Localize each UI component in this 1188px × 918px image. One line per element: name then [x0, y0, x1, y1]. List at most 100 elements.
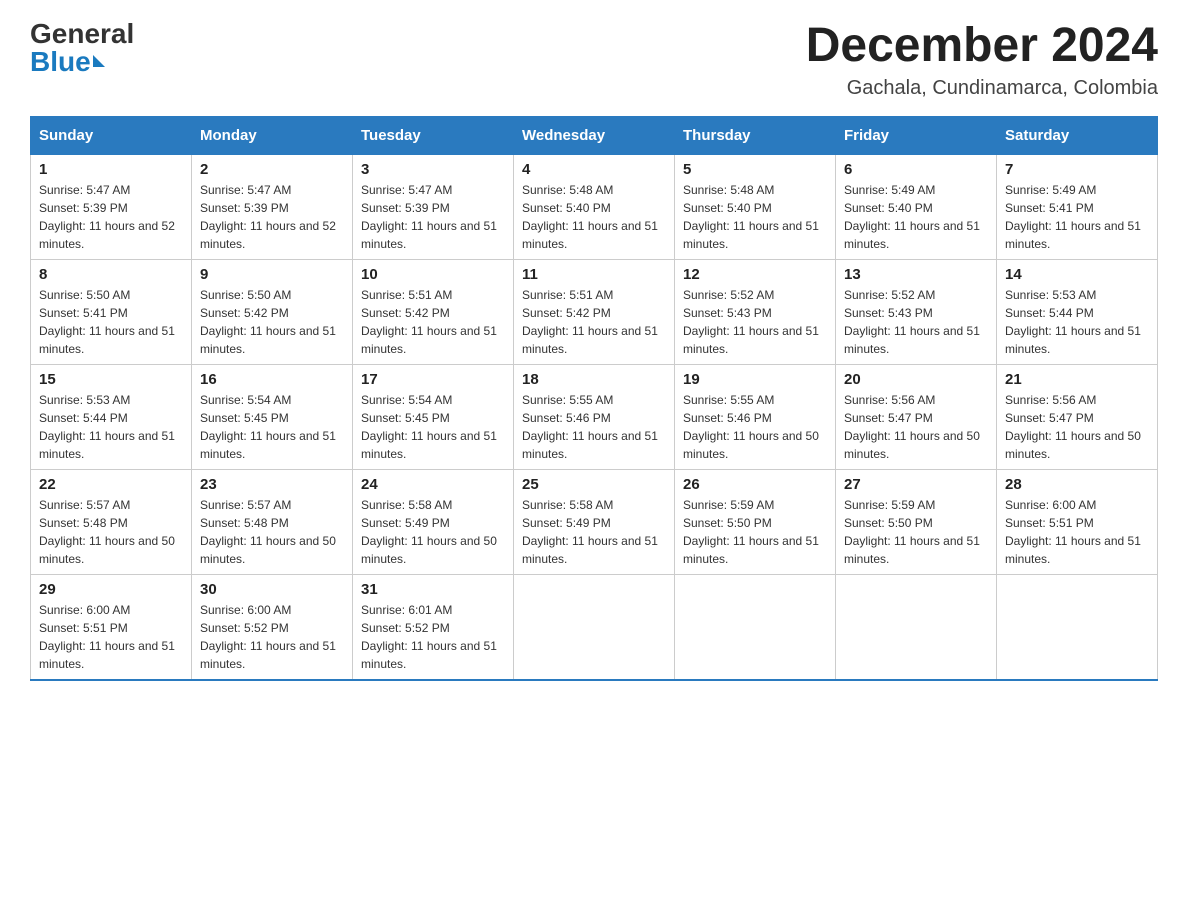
- day-info: Sunrise: 5:57 AM Sunset: 5:48 PM Dayligh…: [200, 496, 344, 568]
- day-info: Sunrise: 5:58 AM Sunset: 5:49 PM Dayligh…: [522, 496, 666, 568]
- day-number: 24: [361, 476, 505, 493]
- day-number: 29: [39, 581, 183, 598]
- logo-blue-text: Blue: [30, 48, 105, 76]
- calendar-cell: 8 Sunrise: 5:50 AM Sunset: 5:41 PM Dayli…: [31, 259, 192, 364]
- calendar-header-row: SundayMondayTuesdayWednesdayThursdayFrid…: [31, 116, 1158, 154]
- calendar-cell: [997, 574, 1158, 680]
- title-block: December 2024 Gachala, Cundinamarca, Col…: [806, 20, 1158, 100]
- calendar-cell: 7 Sunrise: 5:49 AM Sunset: 5:41 PM Dayli…: [997, 154, 1158, 259]
- calendar-cell: 14 Sunrise: 5:53 AM Sunset: 5:44 PM Dayl…: [997, 259, 1158, 364]
- day-number: 30: [200, 581, 344, 598]
- day-info: Sunrise: 5:57 AM Sunset: 5:48 PM Dayligh…: [39, 496, 183, 568]
- calendar-cell: 12 Sunrise: 5:52 AM Sunset: 5:43 PM Dayl…: [675, 259, 836, 364]
- calendar-cell: 3 Sunrise: 5:47 AM Sunset: 5:39 PM Dayli…: [353, 154, 514, 259]
- calendar-cell: 20 Sunrise: 5:56 AM Sunset: 5:47 PM Dayl…: [836, 364, 997, 469]
- day-number: 15: [39, 371, 183, 388]
- header-thursday: Thursday: [675, 116, 836, 154]
- calendar-cell: 1 Sunrise: 5:47 AM Sunset: 5:39 PM Dayli…: [31, 154, 192, 259]
- header-wednesday: Wednesday: [514, 116, 675, 154]
- day-info: Sunrise: 5:55 AM Sunset: 5:46 PM Dayligh…: [522, 391, 666, 463]
- day-info: Sunrise: 6:00 AM Sunset: 5:51 PM Dayligh…: [39, 601, 183, 673]
- calendar-week-4: 22 Sunrise: 5:57 AM Sunset: 5:48 PM Dayl…: [31, 469, 1158, 574]
- day-info: Sunrise: 5:48 AM Sunset: 5:40 PM Dayligh…: [522, 181, 666, 253]
- day-info: Sunrise: 5:54 AM Sunset: 5:45 PM Dayligh…: [200, 391, 344, 463]
- calendar-cell: 16 Sunrise: 5:54 AM Sunset: 5:45 PM Dayl…: [192, 364, 353, 469]
- day-info: Sunrise: 5:53 AM Sunset: 5:44 PM Dayligh…: [39, 391, 183, 463]
- calendar-cell: 21 Sunrise: 5:56 AM Sunset: 5:47 PM Dayl…: [997, 364, 1158, 469]
- day-info: Sunrise: 5:47 AM Sunset: 5:39 PM Dayligh…: [361, 181, 505, 253]
- calendar-week-5: 29 Sunrise: 6:00 AM Sunset: 5:51 PM Dayl…: [31, 574, 1158, 680]
- header-monday: Monday: [192, 116, 353, 154]
- header-tuesday: Tuesday: [353, 116, 514, 154]
- logo: General Blue: [30, 20, 134, 76]
- calendar-cell: 26 Sunrise: 5:59 AM Sunset: 5:50 PM Dayl…: [675, 469, 836, 574]
- day-info: Sunrise: 5:47 AM Sunset: 5:39 PM Dayligh…: [39, 181, 183, 253]
- calendar-cell: 11 Sunrise: 5:51 AM Sunset: 5:42 PM Dayl…: [514, 259, 675, 364]
- day-number: 13: [844, 266, 988, 283]
- calendar-cell: 23 Sunrise: 5:57 AM Sunset: 5:48 PM Dayl…: [192, 469, 353, 574]
- logo-triangle-icon: [93, 55, 105, 67]
- calendar-cell: 10 Sunrise: 5:51 AM Sunset: 5:42 PM Dayl…: [353, 259, 514, 364]
- day-info: Sunrise: 5:53 AM Sunset: 5:44 PM Dayligh…: [1005, 286, 1149, 358]
- day-number: 10: [361, 266, 505, 283]
- calendar-cell: 29 Sunrise: 6:00 AM Sunset: 5:51 PM Dayl…: [31, 574, 192, 680]
- header-friday: Friday: [836, 116, 997, 154]
- day-info: Sunrise: 5:49 AM Sunset: 5:41 PM Dayligh…: [1005, 181, 1149, 253]
- day-number: 28: [1005, 476, 1149, 493]
- day-number: 11: [522, 266, 666, 283]
- day-number: 9: [200, 266, 344, 283]
- day-number: 1: [39, 161, 183, 178]
- day-number: 2: [200, 161, 344, 178]
- calendar-cell: [514, 574, 675, 680]
- day-number: 14: [1005, 266, 1149, 283]
- day-number: 8: [39, 266, 183, 283]
- calendar-cell: 15 Sunrise: 5:53 AM Sunset: 5:44 PM Dayl…: [31, 364, 192, 469]
- calendar-cell: 22 Sunrise: 5:57 AM Sunset: 5:48 PM Dayl…: [31, 469, 192, 574]
- day-info: Sunrise: 5:51 AM Sunset: 5:42 PM Dayligh…: [522, 286, 666, 358]
- day-info: Sunrise: 6:00 AM Sunset: 5:51 PM Dayligh…: [1005, 496, 1149, 568]
- header-saturday: Saturday: [997, 116, 1158, 154]
- day-number: 20: [844, 371, 988, 388]
- day-info: Sunrise: 5:56 AM Sunset: 5:47 PM Dayligh…: [1005, 391, 1149, 463]
- day-number: 31: [361, 581, 505, 598]
- day-info: Sunrise: 5:50 AM Sunset: 5:42 PM Dayligh…: [200, 286, 344, 358]
- calendar-cell: 5 Sunrise: 5:48 AM Sunset: 5:40 PM Dayli…: [675, 154, 836, 259]
- day-number: 23: [200, 476, 344, 493]
- calendar-cell: 9 Sunrise: 5:50 AM Sunset: 5:42 PM Dayli…: [192, 259, 353, 364]
- calendar-cell: 27 Sunrise: 5:59 AM Sunset: 5:50 PM Dayl…: [836, 469, 997, 574]
- calendar-week-1: 1 Sunrise: 5:47 AM Sunset: 5:39 PM Dayli…: [31, 154, 1158, 259]
- calendar-cell: 28 Sunrise: 6:00 AM Sunset: 5:51 PM Dayl…: [997, 469, 1158, 574]
- location-subtitle: Gachala, Cundinamarca, Colombia: [806, 77, 1158, 100]
- calendar-cell: 18 Sunrise: 5:55 AM Sunset: 5:46 PM Dayl…: [514, 364, 675, 469]
- calendar-cell: 19 Sunrise: 5:55 AM Sunset: 5:46 PM Dayl…: [675, 364, 836, 469]
- day-number: 16: [200, 371, 344, 388]
- day-info: Sunrise: 5:55 AM Sunset: 5:46 PM Dayligh…: [683, 391, 827, 463]
- logo-general-text: General: [30, 20, 134, 48]
- day-info: Sunrise: 5:52 AM Sunset: 5:43 PM Dayligh…: [683, 286, 827, 358]
- day-info: Sunrise: 5:56 AM Sunset: 5:47 PM Dayligh…: [844, 391, 988, 463]
- day-info: Sunrise: 5:49 AM Sunset: 5:40 PM Dayligh…: [844, 181, 988, 253]
- day-number: 17: [361, 371, 505, 388]
- day-number: 12: [683, 266, 827, 283]
- month-year-title: December 2024: [806, 20, 1158, 73]
- day-number: 4: [522, 161, 666, 178]
- day-number: 7: [1005, 161, 1149, 178]
- calendar-cell: [675, 574, 836, 680]
- day-info: Sunrise: 5:54 AM Sunset: 5:45 PM Dayligh…: [361, 391, 505, 463]
- day-number: 5: [683, 161, 827, 178]
- day-info: Sunrise: 5:48 AM Sunset: 5:40 PM Dayligh…: [683, 181, 827, 253]
- day-number: 21: [1005, 371, 1149, 388]
- calendar-cell: 24 Sunrise: 5:58 AM Sunset: 5:49 PM Dayl…: [353, 469, 514, 574]
- day-number: 19: [683, 371, 827, 388]
- day-info: Sunrise: 5:58 AM Sunset: 5:49 PM Dayligh…: [361, 496, 505, 568]
- calendar-table: SundayMondayTuesdayWednesdayThursdayFrid…: [30, 116, 1158, 681]
- day-info: Sunrise: 5:59 AM Sunset: 5:50 PM Dayligh…: [683, 496, 827, 568]
- day-info: Sunrise: 6:01 AM Sunset: 5:52 PM Dayligh…: [361, 601, 505, 673]
- calendar-cell: 4 Sunrise: 5:48 AM Sunset: 5:40 PM Dayli…: [514, 154, 675, 259]
- calendar-cell: 2 Sunrise: 5:47 AM Sunset: 5:39 PM Dayli…: [192, 154, 353, 259]
- calendar-cell: 31 Sunrise: 6:01 AM Sunset: 5:52 PM Dayl…: [353, 574, 514, 680]
- day-number: 18: [522, 371, 666, 388]
- day-info: Sunrise: 5:47 AM Sunset: 5:39 PM Dayligh…: [200, 181, 344, 253]
- calendar-cell: 25 Sunrise: 5:58 AM Sunset: 5:49 PM Dayl…: [514, 469, 675, 574]
- calendar-cell: [836, 574, 997, 680]
